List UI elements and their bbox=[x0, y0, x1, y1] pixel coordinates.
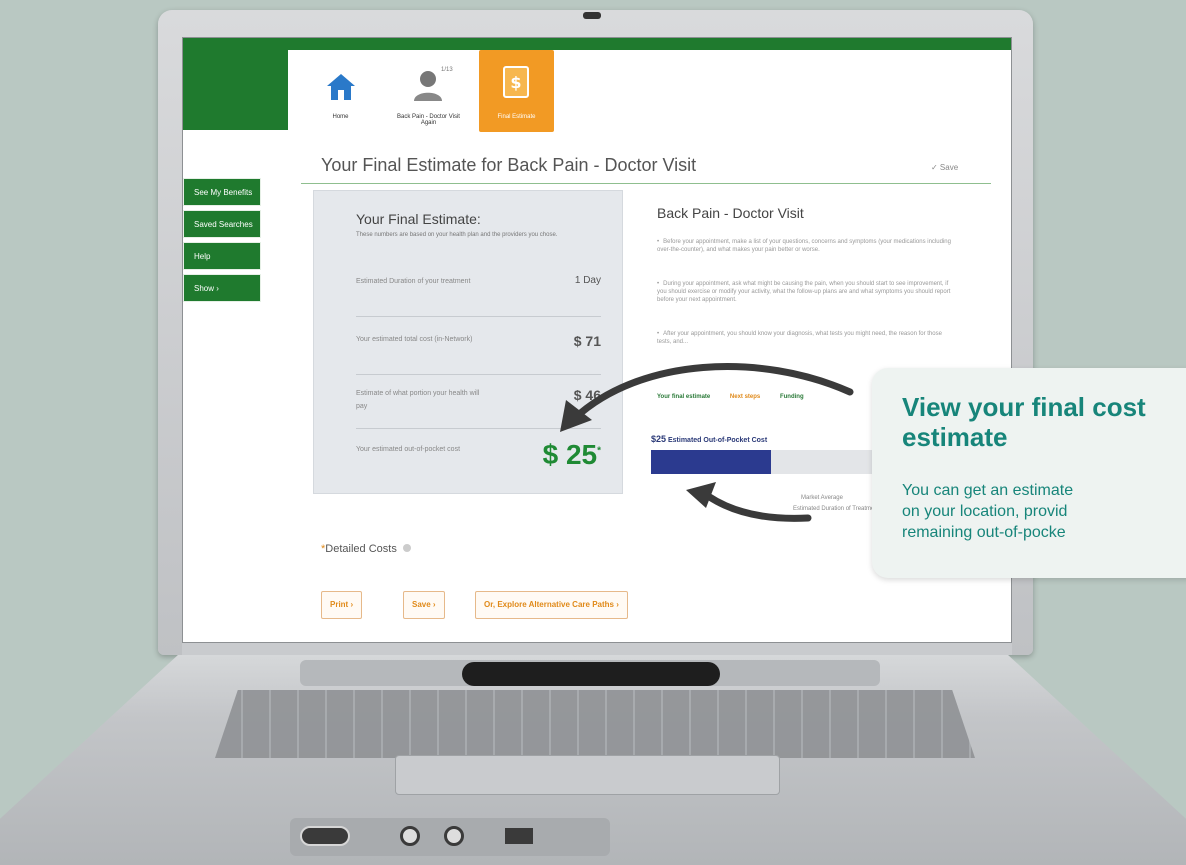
detail-heading: Back Pain - Doctor Visit bbox=[657, 205, 804, 221]
title-divider bbox=[301, 183, 991, 184]
tab-final-estimate[interactable]: Your final estimate bbox=[657, 394, 710, 400]
sidebar-item-saved-searches[interactable]: Saved Searches bbox=[183, 210, 261, 238]
person-icon bbox=[414, 71, 442, 101]
webcam bbox=[583, 12, 601, 19]
top-bar bbox=[183, 38, 1011, 50]
save-button[interactable]: Save › bbox=[403, 591, 445, 619]
detail-bullet: During your appointment, ask what might … bbox=[657, 280, 952, 304]
breadcrumb-home[interactable]: Home bbox=[303, 50, 378, 132]
feature-callout: View your final cost estimate You can ge… bbox=[872, 368, 1186, 578]
estimate-heading: Your Final Estimate: bbox=[356, 211, 481, 227]
sidebar: See My Benefits Saved Searches Help Show… bbox=[183, 178, 261, 306]
market-average-label: Market Average bbox=[801, 495, 843, 501]
detail-bullet: After your appointment, you should know … bbox=[657, 330, 952, 346]
usb-port bbox=[505, 828, 533, 844]
estimate-subtext: These numbers are based on your health p… bbox=[356, 232, 558, 238]
dollar-document-icon: $ bbox=[503, 66, 529, 98]
detail-tabs: Your final estimate Next steps Funding bbox=[657, 394, 822, 400]
keyboard bbox=[215, 690, 975, 758]
home-icon bbox=[327, 74, 355, 100]
page-title: Your Final Estimate for Back Pain - Doct… bbox=[321, 155, 697, 175]
estimate-label: Estimate of what portion your health wil… bbox=[356, 390, 480, 410]
estimate-value: $ 71 bbox=[573, 333, 601, 349]
headphone-jack bbox=[400, 826, 420, 846]
estimate-row-out-of-pocket: Your estimated out-of-pocket cost $ 25* bbox=[356, 439, 601, 485]
oop-progress-fill bbox=[651, 450, 771, 474]
callout-title: View your final cost estimate bbox=[902, 392, 1146, 452]
detail-bullet: Before your appointment, make a list of … bbox=[657, 238, 952, 254]
estimate-label: Your estimated out-of-pocket cost bbox=[356, 446, 461, 453]
sidebar-item-help[interactable]: Help bbox=[183, 242, 261, 270]
sidebar-item-show[interactable]: Show › bbox=[183, 274, 261, 302]
tab-funding[interactable]: Funding bbox=[780, 394, 804, 400]
breadcrumb-back-pain[interactable]: 1/13 Back Pain - Doctor Visit Again bbox=[391, 50, 466, 132]
estimate-row-total-cost: Your estimated total cost (in-Network) $… bbox=[356, 333, 601, 375]
logo-area bbox=[183, 50, 288, 130]
estimate-value: 1 Day bbox=[574, 275, 601, 286]
mic-jack bbox=[444, 826, 464, 846]
estimate-row-duration: Estimated Duration of your treatment 1 D… bbox=[356, 275, 601, 317]
out-of-pocket-value: $ 25* bbox=[542, 439, 601, 470]
save-link[interactable]: ✓ Save bbox=[931, 163, 958, 172]
detailed-costs-link[interactable]: *Detailed Costs bbox=[321, 543, 411, 555]
estimate-row-plan-pays: Estimate of what portion your health wil… bbox=[356, 387, 601, 429]
svg-text:$: $ bbox=[510, 73, 521, 92]
market-duration-label: Estimated Duration of Treatment bbox=[793, 506, 880, 512]
tab-next-steps[interactable]: Next steps bbox=[730, 394, 760, 400]
final-estimate-panel: Your Final Estimate: These numbers are b… bbox=[313, 190, 623, 494]
explore-alternatives-button[interactable]: Or, Explore Alternative Care Paths › bbox=[475, 591, 628, 619]
trackpad bbox=[395, 755, 780, 795]
estimate-label: Your estimated total cost (in-Network) bbox=[356, 336, 473, 343]
sidebar-item-benefits[interactable]: See My Benefits bbox=[183, 178, 261, 206]
ir-port bbox=[300, 826, 350, 846]
info-icon bbox=[402, 544, 411, 552]
estimate-label: Estimated Duration of your treatment bbox=[356, 278, 471, 285]
estimate-value: $ 46 bbox=[573, 387, 601, 403]
breadcrumb-final-estimate[interactable]: $ Final Estimate bbox=[479, 50, 554, 132]
oop-bar-label: $25 Estimated Out-of-Pocket Cost bbox=[651, 434, 768, 444]
screen-bezel-bottom bbox=[182, 643, 1012, 655]
callout-body: You can get an estimate on your location… bbox=[902, 482, 1074, 541]
speaker-grille bbox=[462, 662, 720, 686]
print-button[interactable]: Print › bbox=[321, 591, 363, 619]
